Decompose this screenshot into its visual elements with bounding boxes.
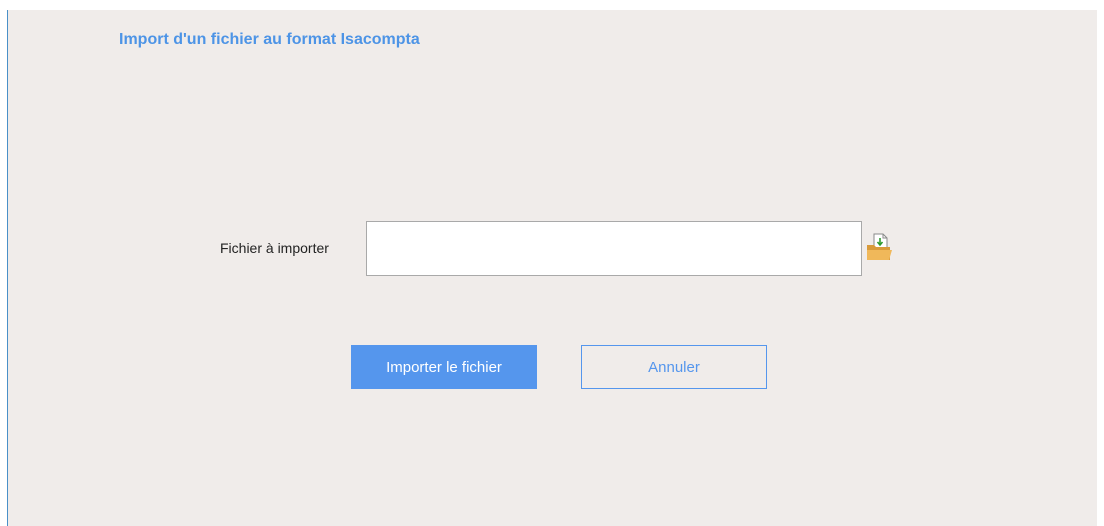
folder-open-icon[interactable]	[865, 232, 893, 262]
import-panel: Import d'un fichier au format Isacompta …	[7, 10, 1097, 526]
cancel-button[interactable]: Annuler	[581, 345, 767, 389]
page-title: Import d'un fichier au format Isacompta	[119, 31, 420, 48]
window: Import d'un fichier au format Isacompta …	[0, 0, 1104, 526]
file-path-input[interactable]	[366, 221, 862, 276]
import-file-button[interactable]: Importer le fichier	[351, 345, 537, 389]
file-field-label: Fichier à importer	[220, 240, 329, 256]
